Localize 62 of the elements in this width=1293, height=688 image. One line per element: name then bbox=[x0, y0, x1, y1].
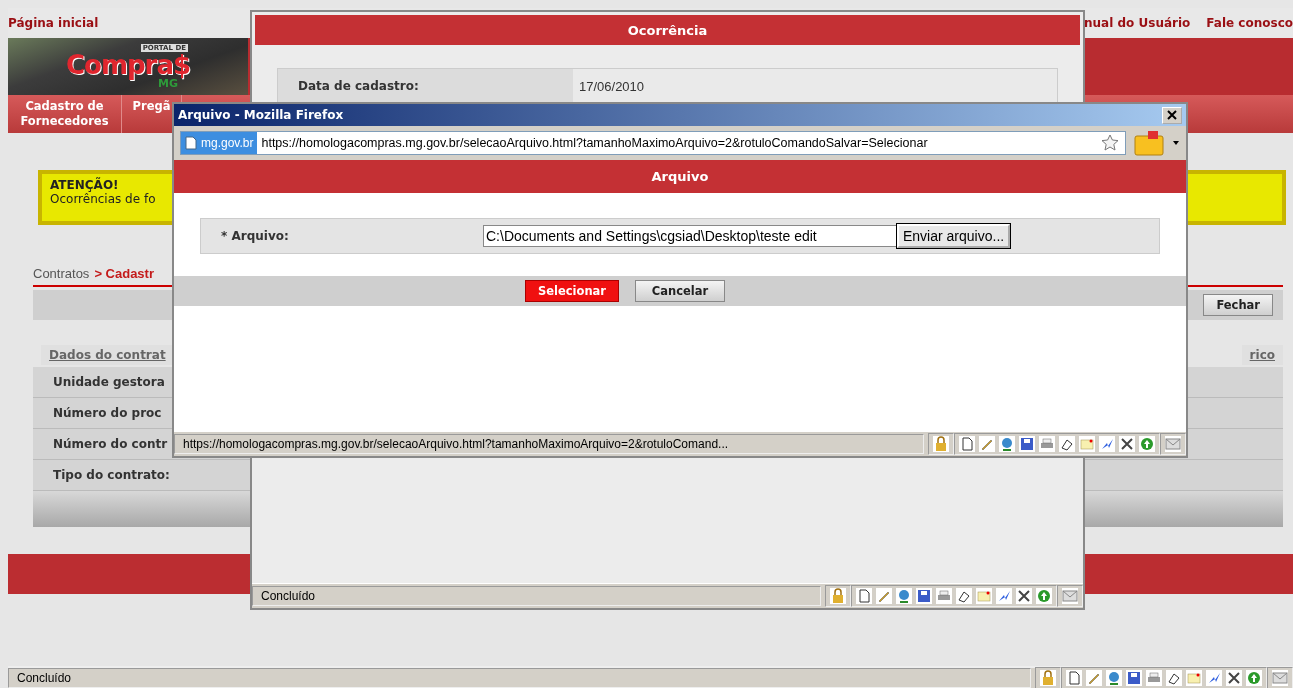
lightning-icon[interactable] bbox=[1206, 670, 1222, 686]
pencil-icon[interactable] bbox=[876, 588, 892, 604]
field-label: * Arquivo: bbox=[220, 229, 290, 243]
up-arrow-icon[interactable] bbox=[1139, 436, 1155, 452]
lock-icon[interactable] bbox=[1040, 670, 1056, 686]
mail-icon[interactable] bbox=[1272, 670, 1288, 686]
globe-icon[interactable] bbox=[1106, 670, 1122, 686]
page-icon bbox=[185, 136, 197, 150]
status-text: https://homologacompras.mg.gov.br/selecaoArquivo.html?tamanhoMaximoArquivo=2&rotuloComand... bbox=[174, 434, 924, 454]
lightning-icon[interactable] bbox=[996, 588, 1012, 604]
up-arrow-icon[interactable] bbox=[1246, 670, 1262, 686]
folder-icon[interactable] bbox=[1134, 130, 1164, 156]
logo-region: MG bbox=[158, 78, 178, 89]
up-arrow-icon[interactable] bbox=[1036, 588, 1052, 604]
globe-icon[interactable] bbox=[896, 588, 912, 604]
select-button[interactable]: Selecionar bbox=[524, 280, 620, 302]
floppy-icon[interactable] bbox=[916, 588, 932, 604]
site-name: mg.gov.br bbox=[201, 136, 254, 150]
floppy-icon[interactable] bbox=[1126, 670, 1142, 686]
lock-icon[interactable] bbox=[830, 588, 846, 604]
field-label: Tipo do contrato: bbox=[53, 468, 170, 482]
breadcrumb-current: > Cadastr bbox=[94, 266, 154, 281]
mail-icon[interactable] bbox=[1165, 436, 1181, 452]
tab[interactable]: rico bbox=[1241, 344, 1283, 365]
globe-icon[interactable] bbox=[999, 436, 1015, 452]
browse-button[interactable]: Enviar arquivo... bbox=[897, 224, 1011, 248]
tab[interactable]: Dados do contrat bbox=[41, 344, 174, 365]
file-path-field[interactable]: C:\Documents and Settings\cgsiad\Desktop\teste edit bbox=[483, 225, 897, 247]
caret-icon[interactable] bbox=[1172, 140, 1180, 146]
close-icon bbox=[1167, 110, 1177, 120]
field-label: Unidade gestora bbox=[53, 375, 165, 389]
window-header: Arquivo bbox=[174, 160, 1186, 193]
window-header: Ocorrência bbox=[255, 15, 1080, 45]
field-label: Data de cadastro: bbox=[297, 78, 420, 95]
nav-link[interactable]: Fale conosco bbox=[1206, 16, 1293, 30]
floppy-icon[interactable] bbox=[1019, 436, 1035, 452]
page-icon[interactable] bbox=[959, 436, 975, 452]
cancel-button[interactable]: Cancelar bbox=[635, 280, 726, 302]
nav-link[interactable]: Página inicial bbox=[8, 16, 99, 30]
field-value: 17/06/2010 bbox=[573, 69, 1057, 103]
status-text: Concluído bbox=[252, 586, 821, 606]
mail-icon[interactable] bbox=[1062, 588, 1078, 604]
page-icon[interactable] bbox=[856, 588, 872, 604]
pencil-icon[interactable] bbox=[1086, 670, 1102, 686]
pencil-icon[interactable] bbox=[979, 436, 995, 452]
logo-wordmark: Compra$ bbox=[65, 52, 191, 78]
menu-item[interactable]: Cadastro de Fornecedores bbox=[8, 95, 122, 133]
alert-text: Ocorrências de fo bbox=[50, 192, 157, 206]
status-text: Concluído bbox=[8, 668, 1031, 688]
alert-title: ATENÇÃO! bbox=[50, 178, 120, 192]
star-icon[interactable] bbox=[1101, 134, 1119, 152]
breadcrumb-link[interactable]: Contratos bbox=[33, 266, 90, 281]
page-icon[interactable] bbox=[1066, 670, 1082, 686]
close-button[interactable]: Fechar bbox=[1203, 294, 1273, 316]
nav-link[interactable]: nual do Usuário bbox=[1084, 16, 1191, 30]
url-text: https://homologacompras.mg.gov.br/selecaoArquivo.html?tamanhoMaximoArquivo=2&rotuloComandoSalvar=Selecionar bbox=[261, 136, 929, 150]
field-label: Número do contr bbox=[53, 437, 168, 451]
address-bar[interactable]: mg.gov.br https://homologacompras.mg.gov.br/selecaoArquivo.html?tamanhoMaximoArquivo=2&rotuloComandoSalvar=Selecionar bbox=[180, 131, 1126, 155]
field-label: Número do proc bbox=[53, 406, 162, 420]
close-button[interactable] bbox=[1162, 106, 1182, 124]
lightning-icon[interactable] bbox=[1099, 436, 1115, 452]
lock-icon[interactable] bbox=[933, 436, 949, 452]
